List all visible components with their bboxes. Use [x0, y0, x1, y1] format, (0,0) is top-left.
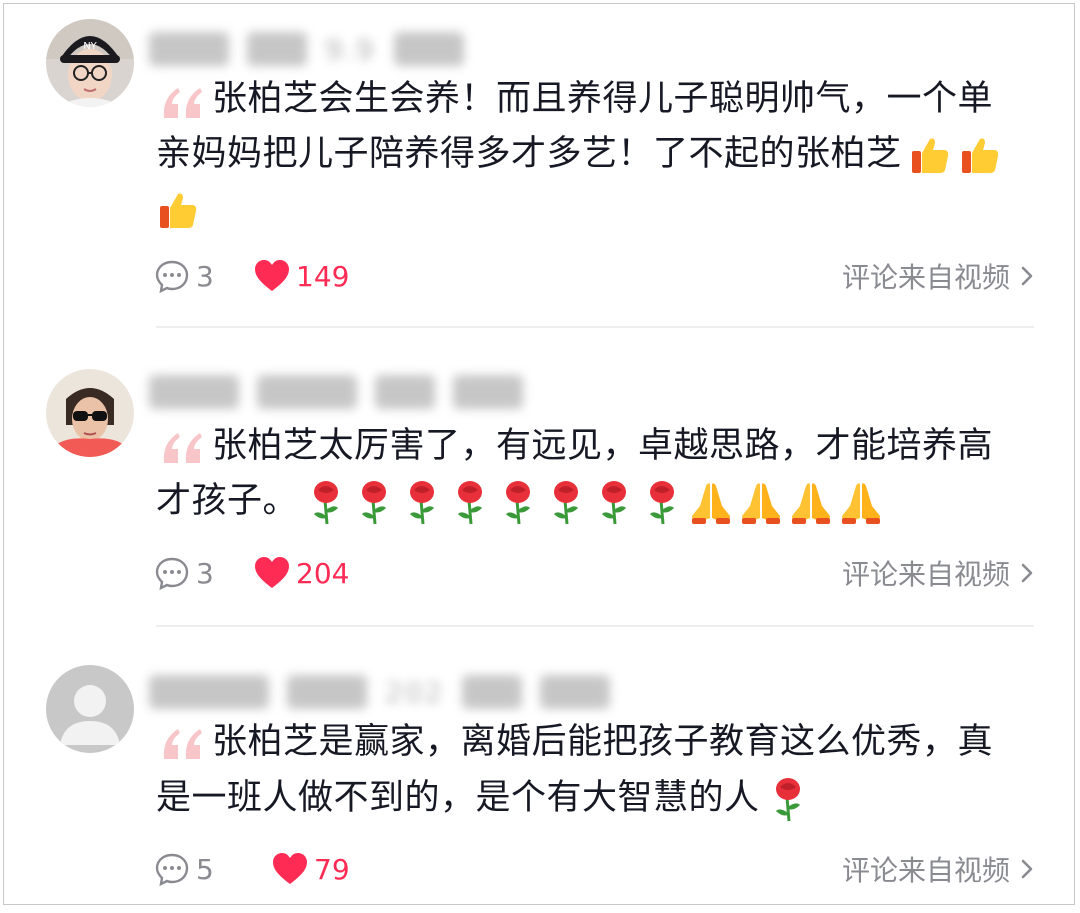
heart-icon: [255, 260, 289, 291]
comment-item: 202 张柏芝是赢家，离婚后能把孩子教育这么优秀，真 是一班人做不到的，是个有大…: [4, 629, 1074, 906]
default-avatar-icon: [46, 665, 134, 753]
user-avatar[interactable]: NY: [46, 19, 134, 107]
source-label: 评论来自视频: [841, 558, 1010, 591]
reply-button[interactable]: 3: [154, 555, 254, 591]
like-button[interactable]: 204: [254, 556, 349, 590]
blurred-username: [149, 357, 523, 427]
comment-bubble-icon: [155, 260, 189, 294]
rose-icon: [506, 481, 531, 525]
rose-icon: [458, 481, 483, 525]
rose-icon: [554, 481, 579, 525]
like-count: 149: [296, 259, 350, 293]
comment-text-line: 张柏芝会生会养！而且养得儿子聪明帅气，一个单: [212, 79, 994, 119]
comment-text-line: 亲妈妈把儿子陪养得多才多艺！了不起的张柏芝: [156, 129, 1002, 181]
comment-actions: 3 149 评论来自视频: [154, 254, 1034, 298]
chevron-right-icon: [1021, 563, 1033, 583]
user-avatar[interactable]: [46, 665, 134, 753]
reply-count: 3: [196, 556, 214, 590]
rose-icon: [362, 481, 387, 525]
thumbs-up-icon: [911, 138, 948, 173]
reply-button[interactable]: 3: [154, 258, 254, 294]
username-fragment: 202: [385, 675, 445, 709]
comment-bubble-icon: [155, 557, 189, 591]
source-label: 评论来自视频: [841, 261, 1010, 294]
pray-icon: [692, 483, 731, 524]
comment-text-line: [156, 184, 200, 236]
rose-icon: [775, 778, 800, 822]
comment-bubble-icon: [155, 853, 189, 887]
rose-icon: [650, 481, 675, 525]
source-video-link[interactable]: 评论来自视频: [842, 849, 1034, 889]
divider: [156, 326, 1034, 328]
comment-text-line: 是一班人做不到的，是个有大智慧的人: [156, 773, 810, 825]
source-video-link[interactable]: 评论来自视频: [842, 256, 1034, 296]
reply-count: 3: [196, 259, 214, 293]
divider: [156, 625, 1034, 627]
comment-actions: 3 204 评论来自视频: [154, 551, 1034, 595]
pray-icon: [742, 483, 781, 524]
like-count: 79: [314, 852, 350, 886]
comment-text-line: 张柏芝太厉害了，有远见，卓越思路，才能培养高: [212, 426, 994, 466]
rose-icon: [410, 481, 435, 525]
rose-icon: [314, 481, 339, 525]
thumbs-up-icon: [961, 138, 998, 173]
heart-icon: [255, 557, 289, 588]
comment-item: NY 9.9 张柏芝会生会养！而且养得儿子聪明帅气，一个单 亲妈妈把儿子陪养得多…: [4, 4, 1074, 329]
comment-actions: 5 79 评论来自视频: [154, 847, 1034, 891]
source-video-link[interactable]: 评论来自视频: [842, 553, 1034, 593]
user-avatar[interactable]: [46, 369, 134, 457]
svg-text:NY: NY: [83, 41, 97, 52]
chevron-right-icon: [1021, 266, 1033, 286]
comment-text-line: 张柏芝是赢家，离婚后能把孩子教育这么优秀，真: [212, 722, 994, 762]
thumbs-up-icon: [160, 193, 197, 228]
source-label: 评论来自视频: [841, 854, 1010, 887]
like-count: 204: [296, 556, 350, 590]
comment-text-line: 才孩子。: [156, 476, 884, 528]
comment-item: 张柏芝太厉害了，有远见，卓越思路，才能培养高 才孩子。 3 204 评论来自视频: [4, 329, 1074, 629]
username-fragment: 9.9: [325, 32, 376, 66]
chevron-right-icon: [1021, 859, 1033, 879]
pray-icon: [842, 483, 881, 524]
pray-icon: [792, 483, 831, 524]
reply-count: 5: [196, 852, 214, 886]
reply-button[interactable]: 5: [154, 851, 272, 887]
like-button[interactable]: 79: [272, 852, 350, 886]
comment-list: NY 9.9 张柏芝会生会养！而且养得儿子聪明帅气，一个单 亲妈妈把儿子陪养得多…: [3, 3, 1075, 905]
like-button[interactable]: 149: [254, 259, 349, 293]
heart-icon: [273, 853, 307, 884]
rose-icon: [602, 481, 627, 525]
